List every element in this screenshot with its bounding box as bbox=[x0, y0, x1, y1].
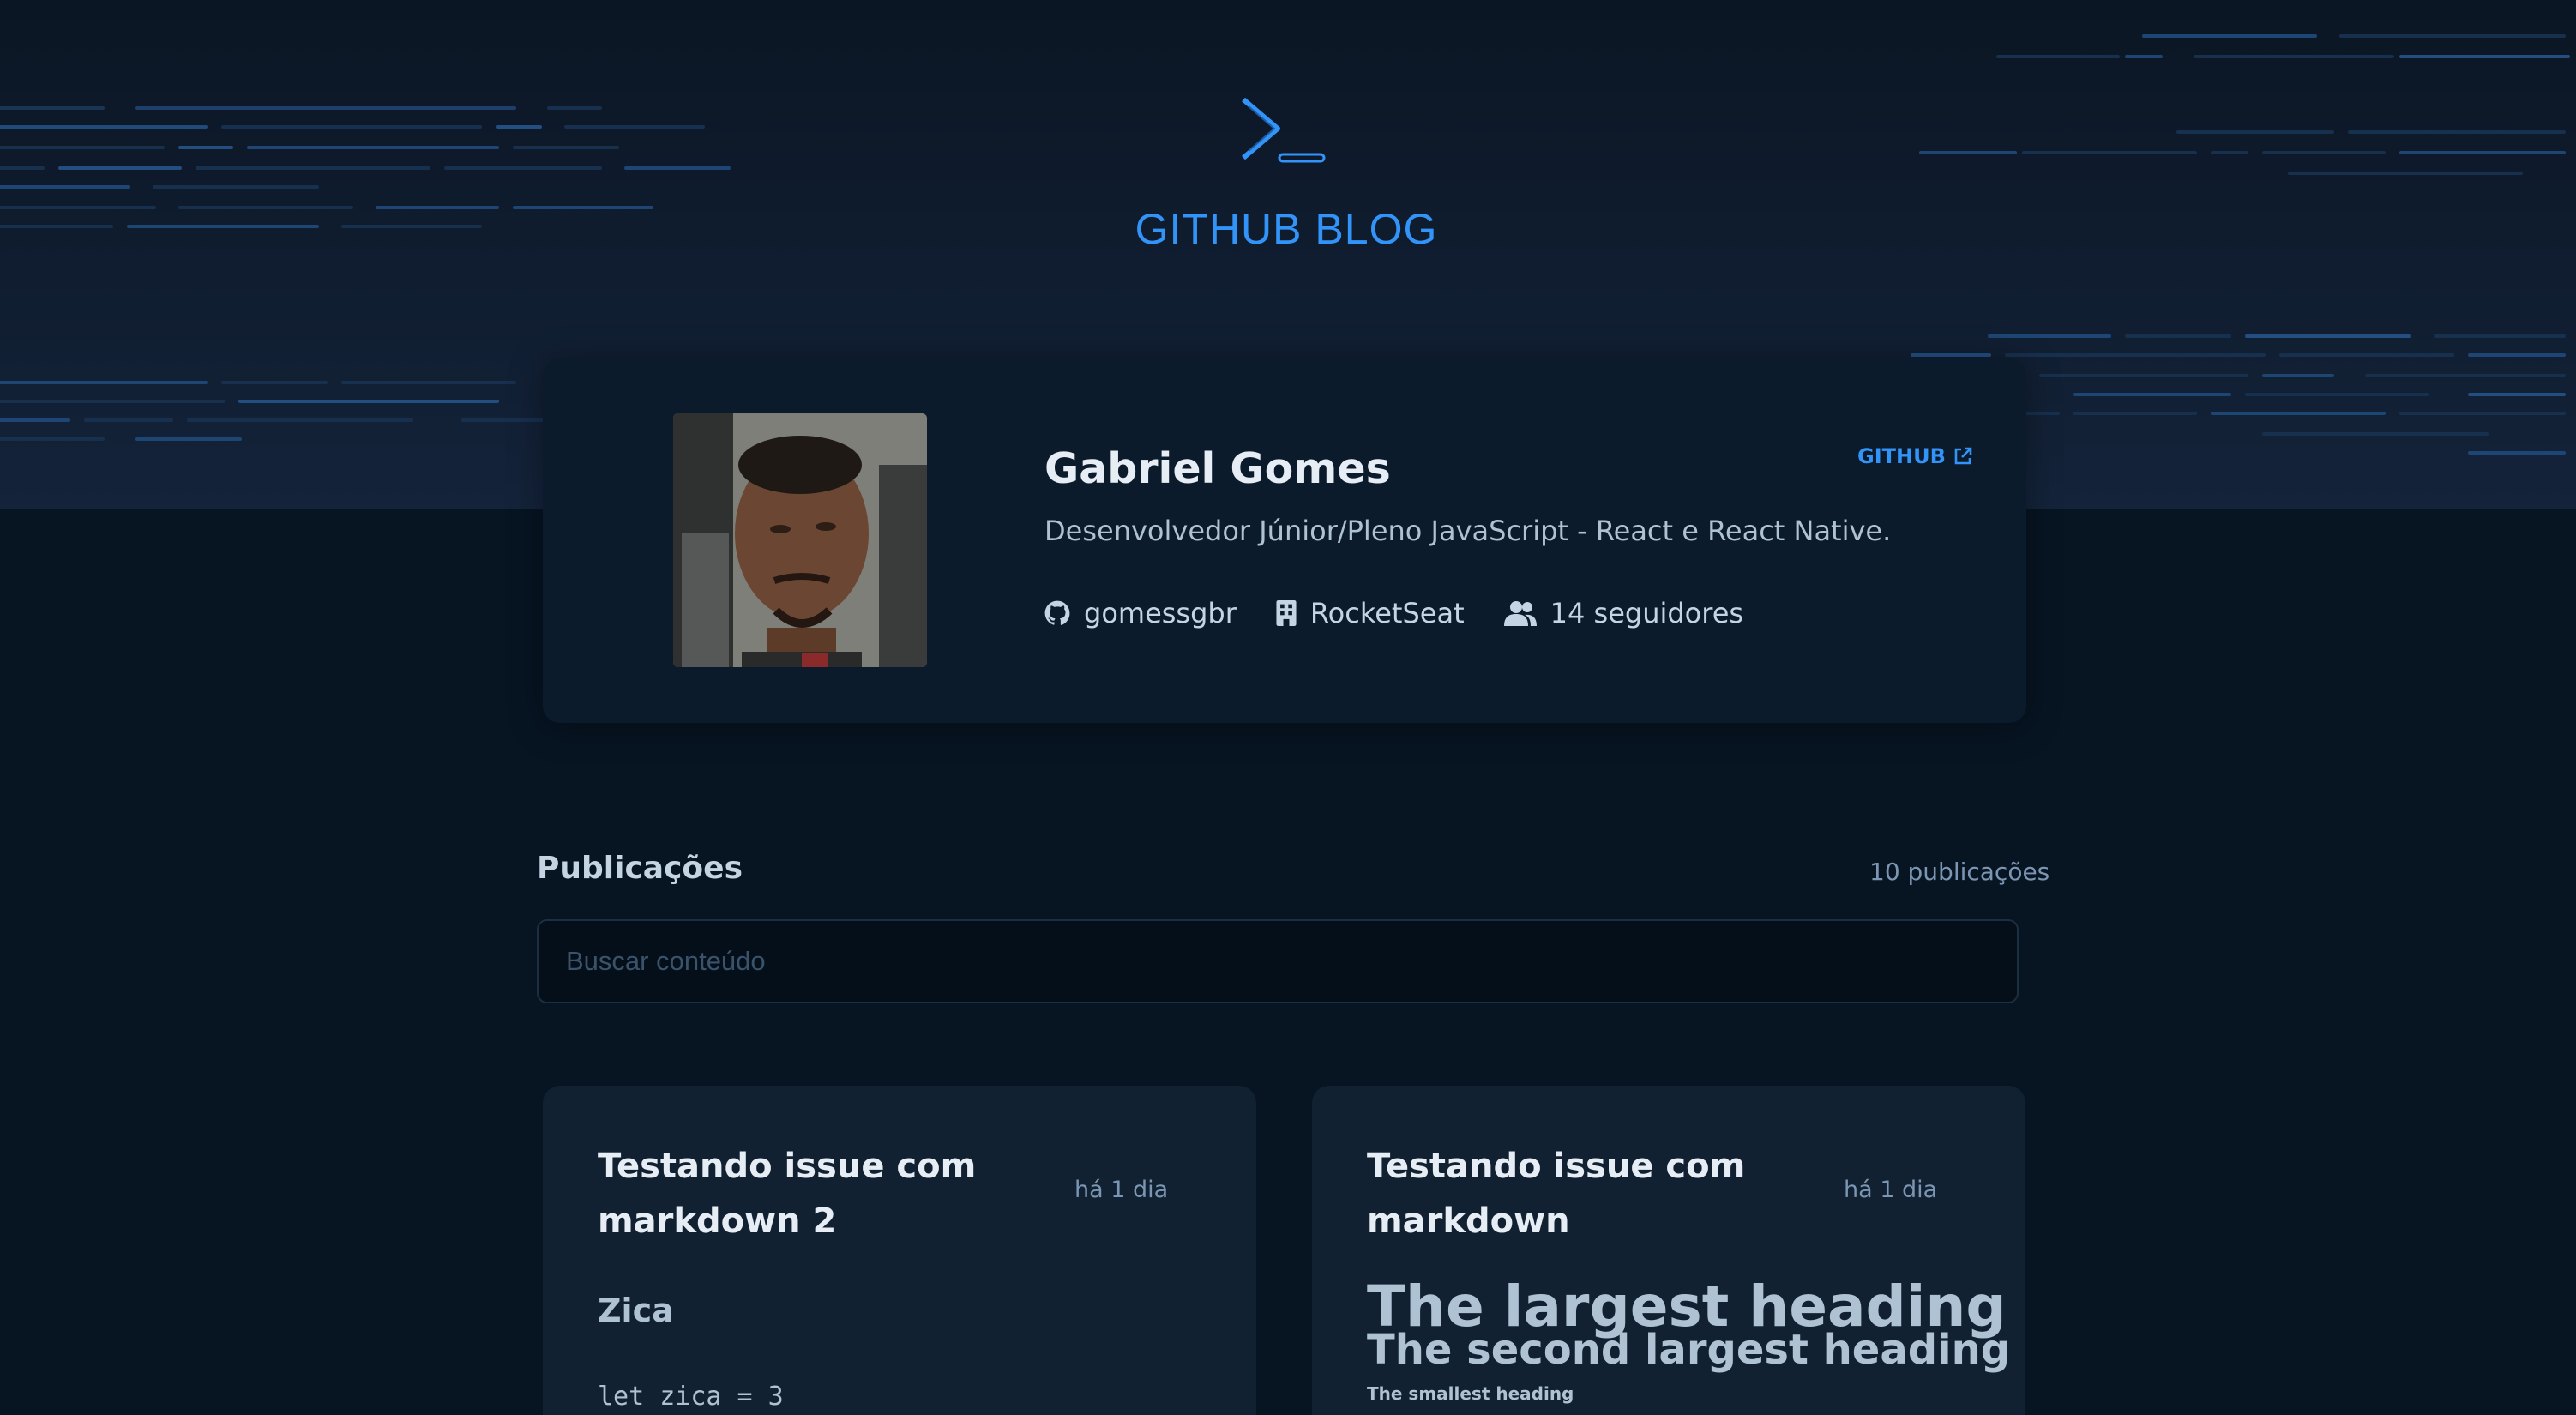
github-username: gomessgbr bbox=[1044, 597, 1237, 629]
company-text: RocketSeat bbox=[1309, 597, 1465, 629]
profile-card: Gabriel Gomes GITHUB Desenvolvedor Júnio… bbox=[543, 358, 2026, 723]
building-icon bbox=[1276, 600, 1297, 626]
external-link-icon bbox=[1954, 447, 1972, 465]
profile-meta: gomessgbr RocketSeat 14 seguidores bbox=[1044, 597, 1743, 629]
post-preview-code: let zica = 3 bbox=[598, 1382, 784, 1412]
followers-text: 14 seguidores bbox=[1550, 597, 1744, 629]
avatar bbox=[673, 413, 927, 667]
github-link-label: GITHUB bbox=[1857, 444, 1946, 468]
github-icon bbox=[1044, 600, 1070, 625]
page: GITHUB BLOG Gabriel Gomes GITHUB Desenvo… bbox=[0, 0, 2576, 1415]
post-preview-h2: The second largest heading bbox=[1367, 1326, 2011, 1374]
post-preview-h6: The smallest heading bbox=[1367, 1383, 1574, 1404]
post-date: há 1 dia bbox=[1844, 1177, 1938, 1203]
profile-bio: Desenvolvedor Júnior/Pleno JavaScript - … bbox=[1044, 515, 1892, 547]
profile-name: Gabriel Gomes bbox=[1044, 444, 1391, 493]
company: RocketSeat bbox=[1276, 597, 1465, 629]
post-date: há 1 dia bbox=[1074, 1177, 1169, 1203]
avatar-image bbox=[673, 413, 927, 667]
post-card[interactable]: Testando issue com markdown há 1 dia The… bbox=[1312, 1086, 2025, 1415]
followers: 14 seguidores bbox=[1503, 597, 1744, 629]
terminal-prompt-icon bbox=[1242, 97, 1326, 163]
publications-title: Publicações bbox=[537, 851, 743, 886]
post-card[interactable]: Testando issue com markdown 2 há 1 dia Z… bbox=[543, 1086, 1256, 1415]
github-profile-link[interactable]: GITHUB bbox=[1857, 444, 1973, 468]
publications-count: 10 publicações bbox=[1869, 858, 2050, 886]
post-title: Testando issue com markdown bbox=[1367, 1147, 1746, 1241]
username-text: gomessgbr bbox=[1084, 597, 1237, 629]
search-input[interactable] bbox=[537, 919, 2019, 1003]
post-title: Testando issue com markdown 2 bbox=[598, 1147, 977, 1241]
site-title: GITHUB BLOG bbox=[1135, 205, 1438, 253]
post-preview-heading: Zica bbox=[598, 1292, 674, 1329]
users-icon bbox=[1503, 601, 1537, 626]
